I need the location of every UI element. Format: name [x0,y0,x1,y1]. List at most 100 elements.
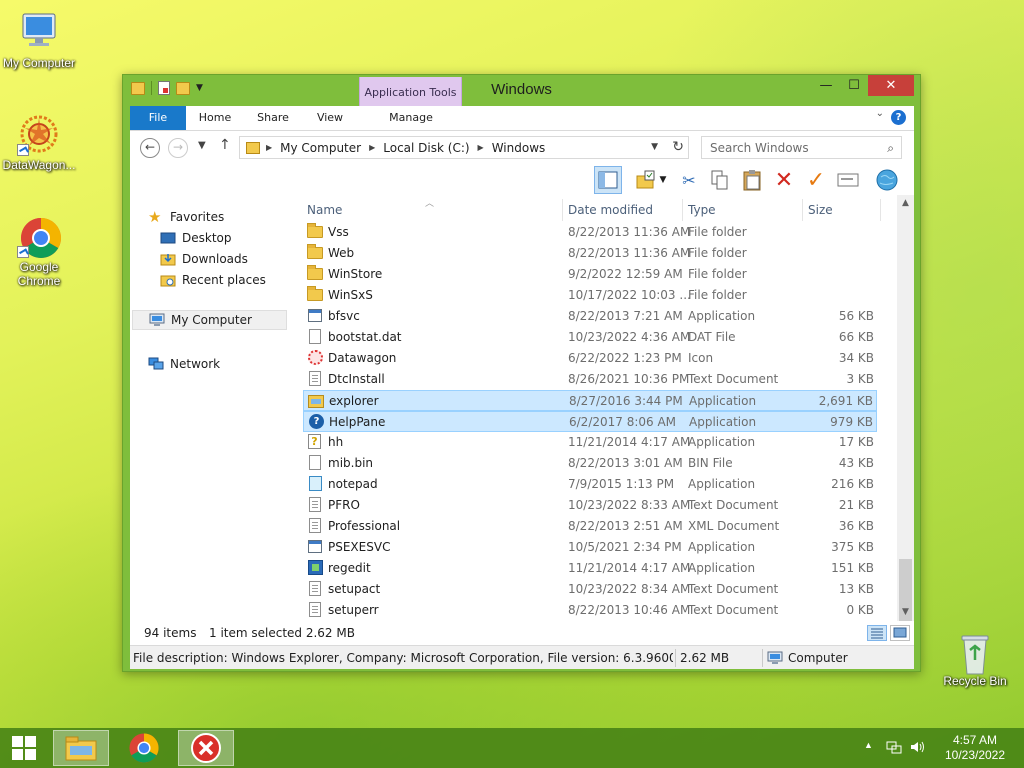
checkmark-icon[interactable]: ✓ [802,166,830,194]
taskbar-google-chrome[interactable] [116,730,172,766]
file-size: 43 KB [838,456,874,470]
tab-file[interactable]: File [130,106,186,130]
tab-share[interactable]: Share [248,106,298,130]
help-icon[interactable]: ? [891,110,906,125]
breadcrumb-my-computer[interactable]: My Computer [280,141,361,155]
dropdown-icon[interactable]: ▼ [656,166,670,194]
rename-icon[interactable] [834,166,862,194]
file-type: Application [688,477,756,491]
address-bar[interactable]: ▶ My Computer ▶ Local Disk (C:) ▶ Window… [239,136,689,159]
clock[interactable]: 4:57 AM 10/23/2022 [940,733,1010,763]
file-name: bfsvc [328,309,360,323]
recent-locations-icon[interactable]: ▼ [198,140,206,151]
doc-icon [309,455,321,470]
taskbar-file-explorer[interactable] [53,730,109,766]
tab-manage[interactable]: Manage [371,106,451,130]
delete-icon[interactable]: ✕ [770,166,798,194]
tab-home[interactable]: Home [190,106,240,130]
nav-downloads[interactable]: Downloads [160,249,248,269]
back-button[interactable]: ← [140,138,160,158]
search-icon[interactable]: ⌕ [887,141,894,156]
large-icons-view-button[interactable] [890,625,910,641]
file-row[interactable]: mib.bin 8/22/2013 3:01 AM BIN File 43 KB [303,453,877,474]
file-row[interactable]: DtcInstall 8/26/2021 10:36 PM Text Documen… [303,369,877,390]
desktop-icon-recycle-bin[interactable]: Recycle Bin [935,628,1015,688]
column-divider[interactable] [682,199,683,221]
file-row[interactable]: notepad 7/9/2015 1:13 PM Application 216 KB [303,474,877,495]
file-row[interactable]: setupact 10/23/2022 8:34 AM Text Document 1… [303,579,877,600]
search-input[interactable]: Search Windows ⌕ [701,136,902,159]
note-doc-icon [309,581,321,596]
file-row[interactable]: bfsvc 8/22/2013 7:21 AM Application 56 KB [303,306,877,327]
volume-icon[interactable] [909,739,925,758]
file-row[interactable]: ? hh 11/21/2014 4:17 AM Application 17 KB [303,432,877,453]
file-size: 0 KB [846,603,874,617]
address-dropdown-icon[interactable]: ▼ [651,142,658,152]
file-row[interactable]: explorer 8/27/2016 3:44 PM Application 2,69… [303,390,877,411]
vertical-scrollbar[interactable]: ▲ ▼ [897,195,914,621]
up-button[interactable]: ↑ [219,137,231,153]
file-row[interactable]: WinSxS 10/17/2022 10:03 ... File folder [303,285,877,306]
chrome-icon [129,733,159,763]
copy-icon[interactable] [706,166,734,194]
file-row[interactable]: Datawagon 6/22/2022 1:23 PM Icon 34 KB [303,348,877,369]
desktop-icon-my-computer[interactable]: My Computer [0,10,79,70]
close-button[interactable]: ✕ [868,75,914,96]
desktop-icon-datawagon[interactable]: DataWagon... [0,112,79,172]
tab-view[interactable]: View [305,106,355,130]
column-divider[interactable] [802,199,803,221]
scroll-down-icon[interactable]: ▼ [897,604,914,621]
file-date: 9/2/2022 12:59 AM [568,267,683,281]
file-row[interactable]: Professional 8/22/2013 2:51 AM XML Documen… [303,516,877,537]
taskbar-error-app[interactable] [178,730,234,766]
command-toolbar: ▼ ✂ ✕ ✓ [130,165,914,195]
chevron-right-icon[interactable]: ▶ [478,143,484,152]
chevron-right-icon[interactable]: ▶ [369,143,375,152]
file-row[interactable]: PSEXESVC 10/5/2021 2:34 PM Application 375 … [303,537,877,558]
file-row[interactable]: PFRO 10/23/2022 8:33 AM Text Document 21 KB [303,495,877,516]
file-row[interactable]: ? HelpPane 6/2/2017 8:06 AM Application 979 … [303,411,877,432]
network-status-icon[interactable] [886,739,902,758]
minimize-button[interactable]: — [812,75,840,96]
desktop-icon-google-chrome[interactable]: Google Chrome [0,214,79,288]
forward-button[interactable]: → [168,138,188,158]
globe-icon[interactable] [873,166,901,194]
column-header-date[interactable]: Date modified [568,199,653,221]
app-icon [308,540,322,553]
dw-icon [308,350,323,365]
scroll-up-icon[interactable]: ▲ [897,195,914,212]
preview-pane-button[interactable] [594,166,622,194]
nav-my-computer[interactable]: My Computer [132,310,287,330]
file-row[interactable]: Web 8/22/2013 11:36 AM File folder [303,243,877,264]
column-header-size[interactable]: Size [808,199,833,221]
breadcrumb-windows[interactable]: Windows [492,141,546,155]
nav-recent-places[interactable]: Recent places [160,270,266,290]
shortcut-arrow-icon [17,144,29,156]
file-explorer-icon [65,736,97,761]
breadcrumb-local-disk[interactable]: Local Disk (C:) [383,141,469,155]
column-divider[interactable] [562,199,563,221]
explorer-window[interactable]: ▼ Application Tools Windows — ☐ ✕ File H… [122,74,921,672]
file-row[interactable]: setuperr 8/22/2013 10:46 AM Text Document 0… [303,600,877,621]
column-header-type[interactable]: Type [688,199,716,221]
maximize-button[interactable]: ☐ [840,75,868,96]
start-button[interactable] [0,728,48,768]
file-row[interactable]: regedit 11/21/2014 4:17 AM Application 151 … [303,558,877,579]
title-bar[interactable]: ▼ Application Tools Windows — ☐ ✕ [123,75,920,107]
cut-icon[interactable]: ✂ [675,166,703,194]
file-row[interactable]: WinStore 9/2/2022 12:59 AM File folder [303,264,877,285]
file-row[interactable]: bootstat.dat 10/23/2022 4:36 AM DAT File 66… [303,327,877,348]
chevron-right-icon[interactable]: ▶ [266,143,272,152]
nav-network[interactable]: Network [148,354,220,374]
nav-favorites[interactable]: ★ Favorites [148,207,224,227]
paste-icon[interactable] [738,166,766,194]
navigation-bar: ← → ▼ ↑ ▶ My Computer ▶ Local Disk (C:) … [130,131,914,165]
refresh-icon[interactable]: ↻ [672,139,684,155]
column-header-name[interactable]: Name [307,199,342,221]
column-divider[interactable] [880,199,881,221]
details-view-button[interactable] [867,625,887,641]
nav-desktop[interactable]: Desktop [160,228,232,248]
show-hidden-icons-icon[interactable]: ▲ [864,740,873,750]
file-row[interactable]: Vss 8/22/2013 11:36 AM File folder [303,222,877,243]
expand-ribbon-icon[interactable]: ⌄ [876,108,884,119]
